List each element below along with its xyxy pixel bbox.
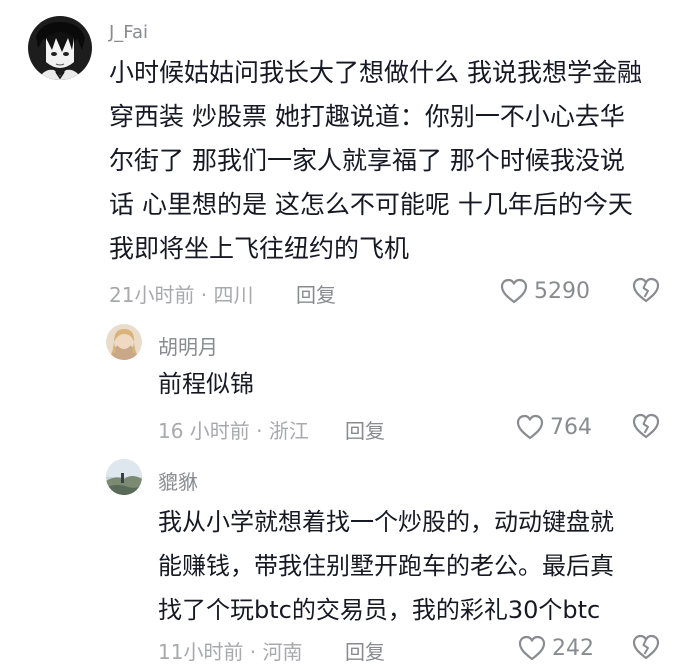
- heart-outline-icon: [517, 634, 552, 662]
- comment-username[interactable]: J_Fai: [109, 22, 148, 43]
- comment-text-line: 尔街了 那我们一家人就享福了 那个时候我没说: [109, 146, 625, 175]
- like-button[interactable]: 242: [517, 633, 594, 663]
- comment-text-line: 找了个玩btc的交易员，我的彩礼30个btc: [158, 596, 601, 624]
- avatar[interactable]: [106, 324, 142, 360]
- comment-text: 前程似锦: [158, 362, 254, 406]
- comment-text-line: 话 心里想的是 这怎么不可能呢 十几年后的今天: [109, 190, 633, 219]
- comment-meta: 16 小时前 · 浙江: [158, 419, 309, 443]
- comment-meta: 21小时前 · 四川: [109, 283, 254, 307]
- avatar[interactable]: [28, 16, 92, 80]
- comment-text-line: 穿西装 炒股票 她打趣说道：你别一不小心去华: [109, 102, 625, 131]
- comment-text-line: 我即将坐上飞往纽约的飞机: [109, 234, 410, 263]
- like-count: 764: [550, 414, 592, 440]
- comment-text-line: 我从小学就想着找一个炒股的，动动键盘就: [158, 508, 614, 536]
- like-count: 242: [552, 635, 594, 661]
- comment-text-line: 小时候姑姑问我长大了想做什么 我说我想学金融: [109, 58, 642, 87]
- like-count: 5290: [534, 278, 590, 304]
- comment-meta: 11小时前 · 河南: [158, 640, 303, 664]
- reply-item: 胡明月 前程似锦 16 小时前 · 浙江 回复 764: [0, 315, 690, 450]
- reply-button[interactable]: 回复: [345, 415, 385, 444]
- like-button[interactable]: 764: [515, 412, 592, 442]
- heart-outline-icon: [499, 277, 534, 305]
- broken-heart-icon: [631, 632, 661, 662]
- reply-item: 貔貅 我从小学就想着找一个炒股的，动动键盘就 能赚钱，带我住别墅开跑车的老公。最…: [0, 450, 690, 668]
- comment-username[interactable]: 胡明月: [158, 331, 218, 360]
- comment-text: 我从小学就想着找一个炒股的，动动键盘就 能赚钱，带我住别墅开跑车的老公。最后真 …: [158, 500, 614, 632]
- heart-outline-icon: [515, 413, 550, 441]
- avatar[interactable]: [106, 459, 142, 495]
- dislike-button[interactable]: [631, 632, 661, 662]
- comment-item: J_Fai 小时候姑姑问我长大了想做什么 我说我想学金融 穿西装 炒股票 她打趣…: [0, 0, 690, 315]
- broken-heart-icon: [631, 411, 661, 441]
- dislike-button[interactable]: [631, 275, 661, 305]
- reply-button[interactable]: 回复: [296, 279, 336, 308]
- comment-text: 小时候姑姑问我长大了想做什么 我说我想学金融 穿西装 炒股票 她打趣说道：你别一…: [109, 51, 642, 271]
- comment-text-line: 能赚钱，带我住别墅开跑车的老公。最后真: [158, 552, 614, 580]
- broken-heart-icon: [631, 275, 661, 305]
- comment-username[interactable]: 貔貅: [158, 466, 198, 495]
- like-button[interactable]: 5290: [499, 276, 590, 306]
- dislike-button[interactable]: [631, 411, 661, 441]
- comment-text-line: 前程似锦: [158, 370, 254, 398]
- reply-button[interactable]: 回复: [345, 636, 385, 665]
